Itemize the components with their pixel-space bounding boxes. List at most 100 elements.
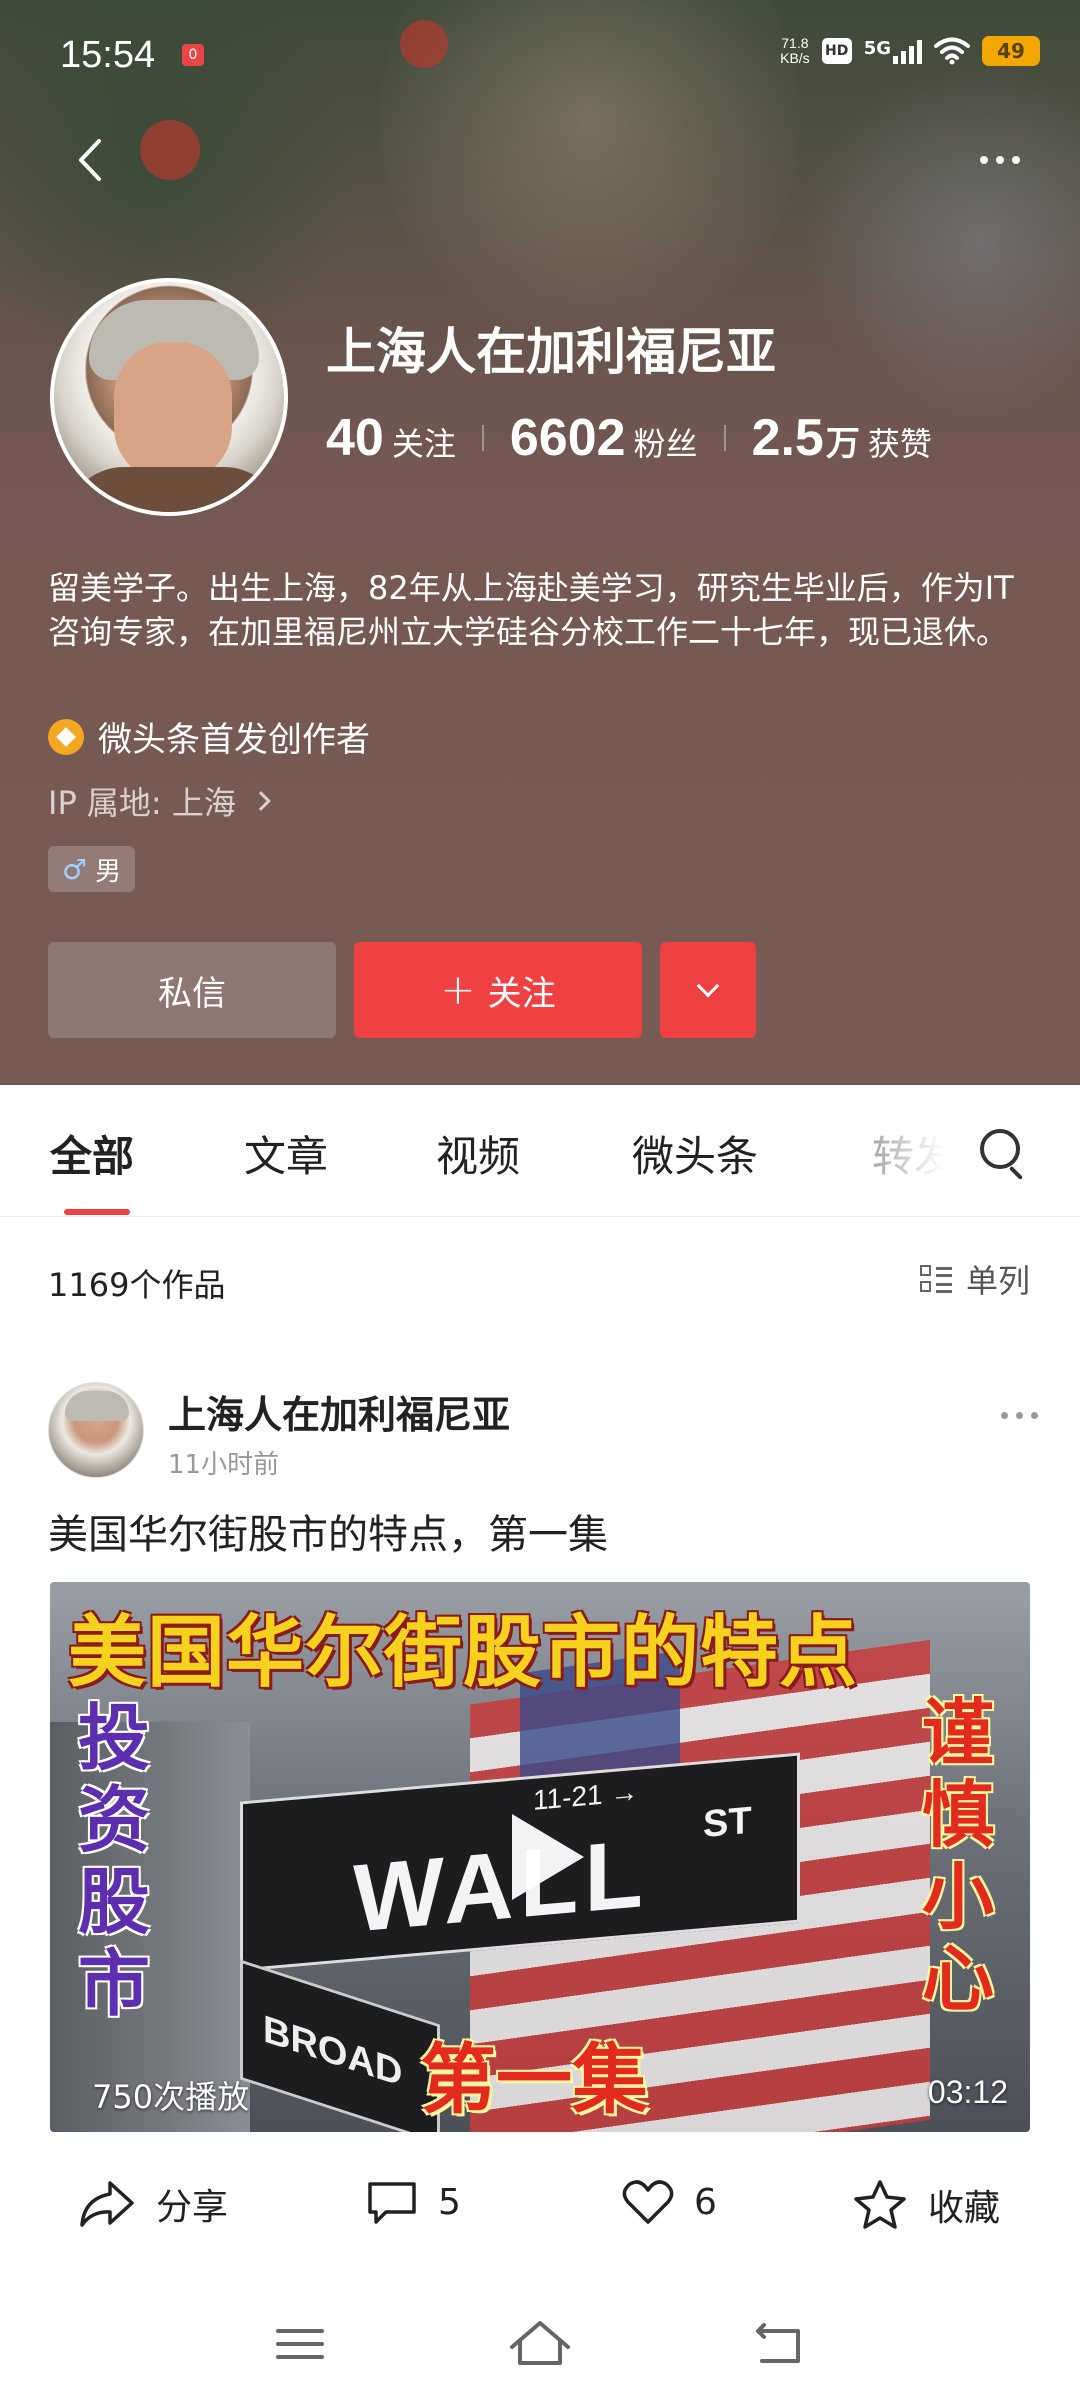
notification-badge: 0	[182, 44, 204, 66]
chevron-left-icon	[79, 139, 101, 181]
post-author-name[interactable]: 上海人在加利福尼亚	[168, 1384, 510, 1439]
follow-button-label: 关注	[487, 973, 556, 1014]
plus-icon: +	[440, 965, 476, 1014]
recommend-dropdown-button[interactable]	[660, 942, 756, 1038]
view-mode-toggle[interactable]: 单列	[919, 1256, 1030, 1302]
more-dots-icon	[980, 156, 988, 164]
net-speed: 71.8 KB/s	[780, 36, 810, 66]
post-title[interactable]: 美国华尔街股市的特点，第一集	[48, 1502, 608, 1560]
creator-badge-label: 微头条首发创作者	[98, 720, 370, 760]
star-icon	[854, 2180, 906, 2229]
play-icon	[512, 1814, 584, 1900]
gender-tag: ♂ 男	[48, 846, 136, 892]
stat-likes[interactable]: 2.5 万 获赞	[752, 408, 932, 468]
header-background-light	[800, 60, 1080, 420]
creator-badge[interactable]: 微头条首发创作者	[48, 712, 370, 761]
stat-value: 40	[326, 409, 384, 467]
favorite-label: 收藏	[928, 2188, 1001, 2229]
message-button-label: 私信	[158, 973, 226, 1014]
stat-label: 获赞	[867, 425, 932, 463]
post-more-button[interactable]	[1001, 1412, 1038, 1419]
stat-label: 粉丝	[633, 425, 698, 463]
profile-bio: 留美学子。出生上海，82年从上海赴美学习，研究生毕业后，作为IT咨询专家，在加里…	[48, 569, 1014, 651]
share-icon	[80, 2181, 134, 2227]
net-speed-value: 71.8	[781, 35, 809, 51]
video-left-caption: 投资股市	[78, 1696, 151, 2026]
share-label: 分享	[156, 2187, 229, 2228]
tab-videos[interactable]: 视频	[436, 1123, 520, 1184]
works-count: 1169个作品	[48, 1266, 226, 1304]
network-type: 5G	[863, 38, 891, 59]
content-tabs: 全部 文章 视频 微头条 转发	[0, 1085, 1080, 1217]
tab-articles[interactable]: 文章	[244, 1123, 328, 1184]
stat-followers[interactable]: 6602 粉丝	[510, 408, 698, 468]
video-play-count: 750次播放	[92, 2078, 250, 2116]
stat-divider	[723, 425, 726, 451]
status-icons: 71.8 KB/s HD 5G 49	[780, 36, 1040, 66]
status-bar: 15:54 0 71.8 KB/s HD 5G 49	[0, 0, 1080, 110]
stat-label: 关注	[391, 425, 456, 463]
like-count: 6	[694, 2181, 717, 2223]
share-button[interactable]: 分享	[78, 2178, 228, 2230]
status-time: 15:54	[60, 34, 156, 76]
nav-home-button[interactable]	[500, 2309, 580, 2379]
profile-avatar[interactable]	[50, 278, 288, 516]
comment-icon	[368, 2182, 416, 2224]
home-icon	[510, 2321, 570, 2365]
message-button[interactable]: 私信	[48, 942, 336, 1038]
broad-street-sign: BROAD	[240, 1959, 440, 2132]
net-speed-unit: KB/s	[780, 50, 810, 66]
menu-icon	[276, 2329, 324, 2359]
profile-header: 15:54 0 71.8 KB/s HD 5G 49 上海人在加利福尼亚 40 …	[0, 0, 1080, 1085]
gender-label: 男	[95, 856, 122, 887]
tab-fade-overlay	[860, 1105, 980, 1205]
active-tab-indicator	[64, 1209, 130, 1215]
stat-unit: 万	[825, 424, 860, 464]
wifi-icon	[934, 37, 970, 65]
hd-icon: HD	[821, 38, 852, 64]
more-options-button[interactable]	[960, 130, 1040, 190]
stat-value: 6602	[509, 409, 626, 467]
signal-icon: 5G	[864, 38, 922, 64]
system-navigation-bar	[0, 2285, 1080, 2400]
search-icon	[980, 1129, 1020, 1169]
ip-location[interactable]: IP 属地: 上海	[48, 778, 271, 824]
follow-button[interactable]: + 关注	[354, 942, 642, 1038]
profile-name: 上海人在加利福尼亚	[326, 323, 776, 381]
video-right-caption: 谨慎小心	[922, 1691, 995, 2021]
ip-location-label: IP 属地: 上海	[48, 784, 236, 822]
chevron-right-icon	[250, 791, 271, 811]
view-mode-label: 单列	[965, 1262, 1030, 1300]
video-duration: 03:12	[927, 2074, 1008, 2110]
search-button[interactable]	[976, 1125, 1032, 1181]
nav-back-button[interactable]	[740, 2309, 820, 2379]
tab-all[interactable]: 全部	[50, 1123, 134, 1184]
stat-following[interactable]: 40 关注	[326, 408, 456, 468]
male-icon: ♂	[62, 852, 88, 886]
stat-value: 2.5	[751, 409, 824, 467]
heart-icon	[622, 2180, 674, 2224]
broad-sign-text: BROAD	[263, 2007, 403, 2096]
sign-suffix: ST	[703, 1799, 752, 1846]
battery-icon: 49	[982, 36, 1040, 66]
creator-badge-icon	[48, 718, 84, 755]
more-dots-icon	[1001, 1412, 1008, 1419]
stat-divider	[481, 425, 484, 451]
post-action-bar: 分享 5 6 收藏	[0, 2168, 1080, 2248]
post-time: 11小时前	[168, 1450, 280, 1480]
tab-micro-posts[interactable]: 微头条	[632, 1123, 758, 1184]
like-button[interactable]: 6	[622, 2178, 717, 2226]
video-overlay-title: 美国华尔街股市的特点	[68, 1608, 859, 1698]
chevron-down-icon	[696, 974, 720, 998]
video-episode-caption: 第一集	[420, 2035, 648, 2124]
back-button[interactable]	[60, 130, 120, 190]
play-button[interactable]	[490, 1802, 600, 1912]
video-thumbnail[interactable]: 11-21 → WALL ST BROAD 美国华尔街股市的特点 投资股市 谨慎…	[50, 1582, 1030, 2132]
lantern-decoration	[140, 120, 200, 180]
list-view-icon	[919, 1263, 952, 1295]
comment-button[interactable]: 5	[366, 2178, 461, 2226]
comment-count: 5	[438, 2181, 461, 2223]
nav-menu-button[interactable]	[260, 2309, 340, 2379]
post-author-avatar[interactable]	[48, 1382, 144, 1478]
favorite-button[interactable]: 收藏	[852, 2178, 1000, 2232]
